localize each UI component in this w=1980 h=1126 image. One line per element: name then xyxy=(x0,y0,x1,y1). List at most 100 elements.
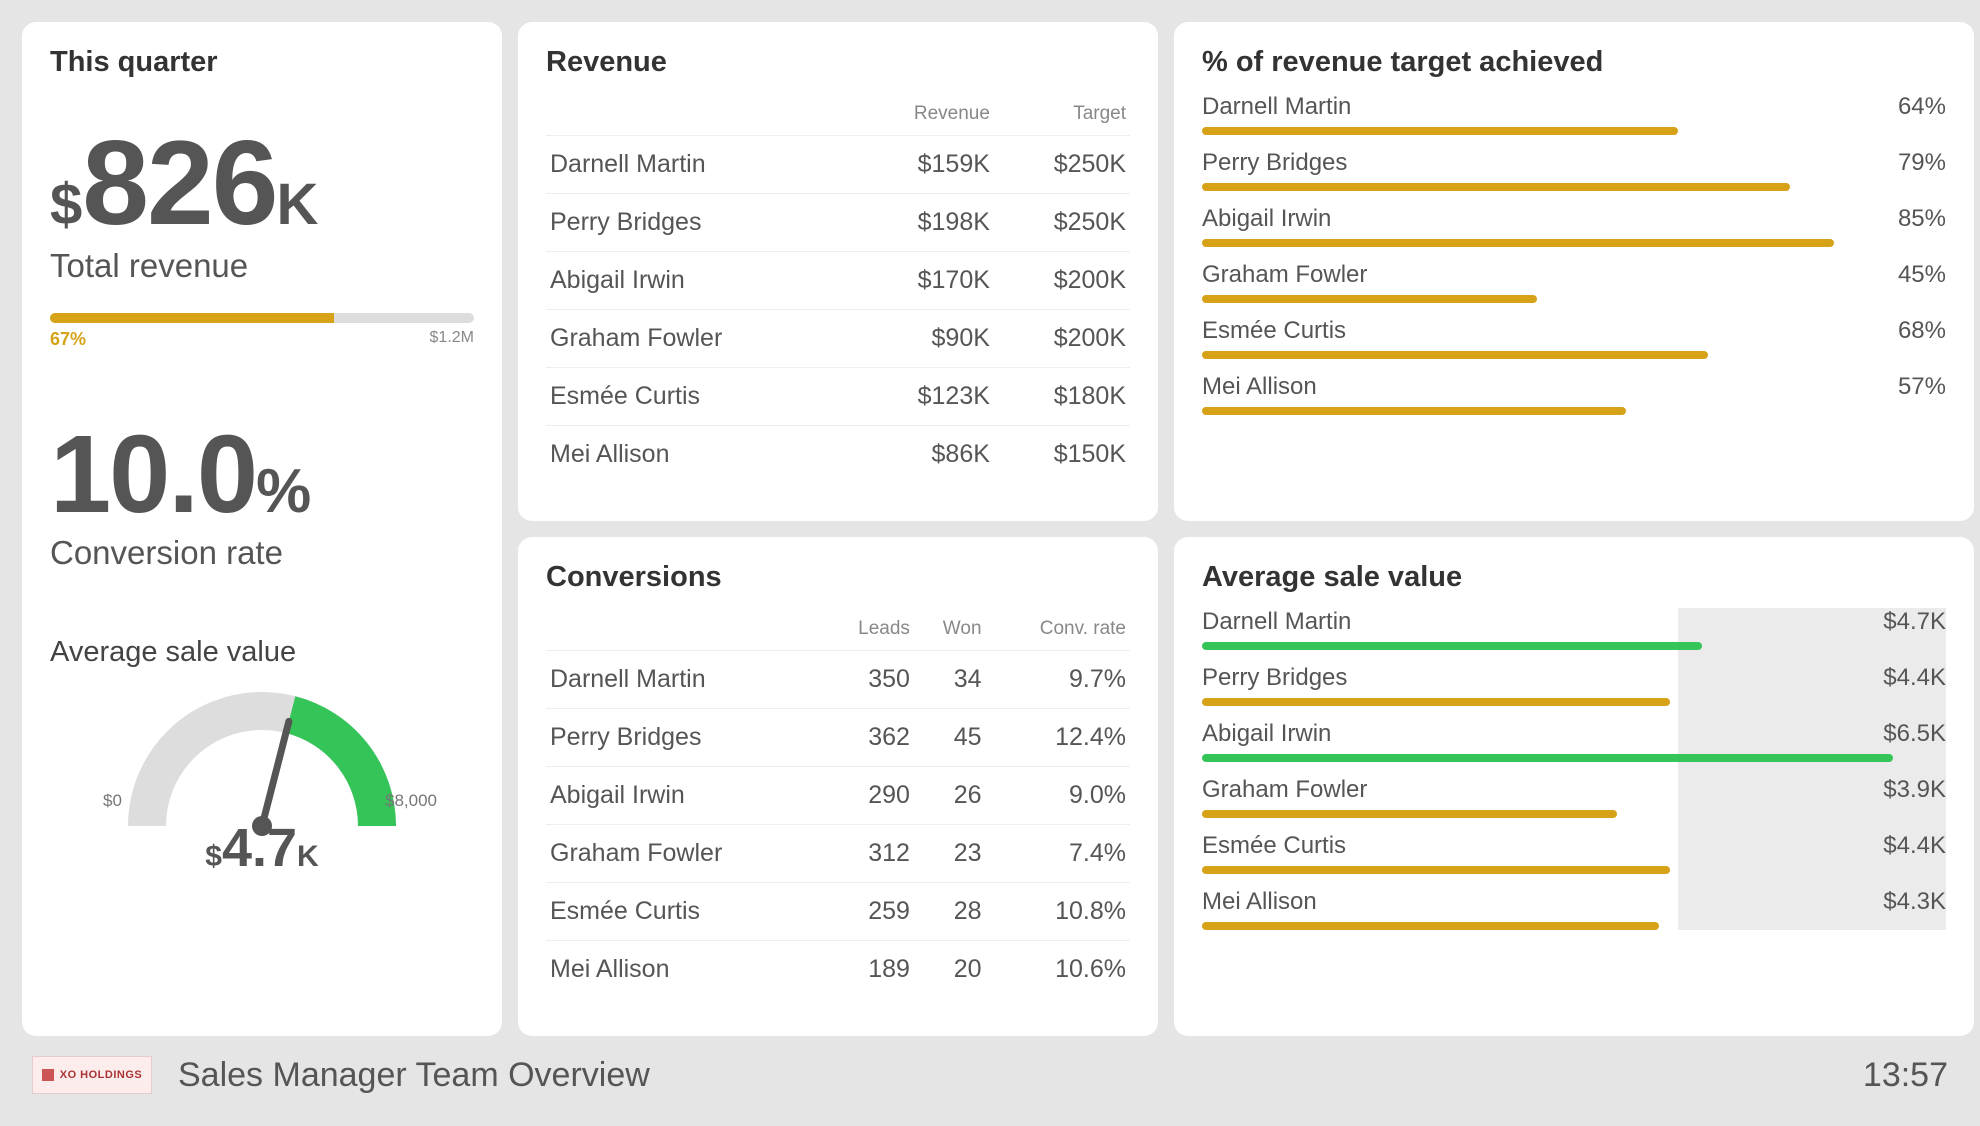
avg-bar-row: Abigail Irwin$6.5K xyxy=(1202,720,1946,762)
cell: 12.4% xyxy=(986,709,1130,767)
avg-bar-row: Perry Bridges $4.4K xyxy=(1202,664,1946,706)
bar-track xyxy=(1202,698,1946,706)
table-row: Graham Fowler$90K$200K xyxy=(546,310,1130,368)
bar-value: $4.4K xyxy=(1883,832,1946,860)
cell: Graham Fowler xyxy=(546,310,851,368)
conversion-rate-suffix: % xyxy=(256,456,311,527)
cell: 34 xyxy=(914,651,986,709)
bar-name: Perry Bridges xyxy=(1202,664,1347,692)
bar-track xyxy=(1202,183,1946,191)
col-header: Revenue xyxy=(851,93,993,136)
avg-bar-row: Mei Allison $4.3K xyxy=(1202,888,1946,930)
avg-sale-gauge: $0 $8,000 $ 4.7 K xyxy=(117,681,407,841)
bar-name: Abigail Irwin xyxy=(1202,720,1331,748)
bar-fill xyxy=(1202,754,1893,762)
bar-track xyxy=(1202,810,1946,818)
conversion-rate-label: Conversion rate xyxy=(50,534,474,572)
cell: Esmée Curtis xyxy=(546,883,822,941)
target-bar-row: Mei Allison57% xyxy=(1202,373,1946,415)
bar-value: $4.7K xyxy=(1883,608,1946,636)
conversion-rate-number: 10.0 xyxy=(50,420,256,530)
bar-name: Darnell Martin xyxy=(1202,608,1351,636)
gauge-min: $0 xyxy=(103,791,122,811)
bar-track xyxy=(1202,866,1946,874)
cell: $200K xyxy=(994,310,1130,368)
cell: Abigail Irwin xyxy=(546,767,822,825)
table-row: Abigail Irwin$170K$200K xyxy=(546,252,1130,310)
footer: XO HOLDINGS Sales Manager Team Overview … xyxy=(22,1046,1958,1104)
target-title: % of revenue target achieved xyxy=(1202,46,1946,79)
revenue-progress-fill xyxy=(50,313,334,323)
col-header: Won xyxy=(914,608,986,651)
cell: 7.4% xyxy=(986,825,1130,883)
conversions-title: Conversions xyxy=(546,561,1130,594)
revenue-progress-pct: 67% xyxy=(50,329,86,350)
cell: 350 xyxy=(822,651,914,709)
conversion-rate-value: 10.0 % xyxy=(50,420,474,530)
avg-sale-card: Average sale value Darnell Martin$4.7KPe… xyxy=(1174,537,1974,1036)
bar-fill xyxy=(1202,922,1659,930)
target-bar-row: Perry Bridges79% xyxy=(1202,149,1946,191)
summary-heading: This quarter xyxy=(50,46,474,79)
total-revenue-label: Total revenue xyxy=(50,247,474,285)
bar-name: Mei Allison xyxy=(1202,888,1317,916)
cell: 23 xyxy=(914,825,986,883)
table-row: Esmée Curtis2592810.8% xyxy=(546,883,1130,941)
bar-value: $4.3K xyxy=(1883,888,1946,916)
bar-fill xyxy=(1202,698,1670,706)
bar-name: Abigail Irwin xyxy=(1202,205,1331,233)
cell: 362 xyxy=(822,709,914,767)
revenue-card: Revenue RevenueTarget Darnell Martin$159… xyxy=(518,22,1158,521)
cell: 290 xyxy=(822,767,914,825)
bar-name: Mei Allison xyxy=(1202,373,1317,401)
total-revenue-prefix: $ xyxy=(50,171,82,238)
cell: 312 xyxy=(822,825,914,883)
avg-bar-row: Esmée Curtis $4.4K xyxy=(1202,832,1946,874)
bar-value: $3.9K xyxy=(1883,776,1946,804)
revenue-progress: 67% $1.2M xyxy=(50,313,474,350)
cell: $250K xyxy=(994,194,1130,252)
target-bar-row: Abigail Irwin85% xyxy=(1202,205,1946,247)
bar-value: 45% xyxy=(1898,261,1946,289)
logo-text: XO HOLDINGS xyxy=(60,1069,143,1081)
revenue-table: RevenueTarget Darnell Martin$159K$250KPe… xyxy=(546,93,1130,483)
bar-fill xyxy=(1202,295,1537,303)
bar-value: $4.4K xyxy=(1883,664,1946,692)
bar-track xyxy=(1202,127,1946,135)
cell: Darnell Martin xyxy=(546,136,851,194)
cell: $198K xyxy=(851,194,993,252)
avg-bar-row: Darnell Martin $4.7K xyxy=(1202,608,1946,650)
bar-fill xyxy=(1202,351,1708,359)
bar-value: 68% xyxy=(1898,317,1946,345)
col-header xyxy=(546,93,851,136)
cell: Perry Bridges xyxy=(546,709,822,767)
revenue-title: Revenue xyxy=(546,46,1130,79)
cell: $86K xyxy=(851,426,993,484)
bar-value: 79% xyxy=(1898,149,1946,177)
bar-name: Darnell Martin xyxy=(1202,93,1351,121)
avg-sale-label: Average sale value xyxy=(50,636,474,669)
table-row: Perry Bridges3624512.4% xyxy=(546,709,1130,767)
bar-fill xyxy=(1202,127,1678,135)
cell: $90K xyxy=(851,310,993,368)
gauge-value: $ 4.7 K xyxy=(117,817,407,879)
cell: Perry Bridges xyxy=(546,194,851,252)
bar-fill xyxy=(1202,810,1617,818)
table-row: Perry Bridges$198K$250K xyxy=(546,194,1130,252)
cell: Abigail Irwin xyxy=(546,252,851,310)
company-logo: XO HOLDINGS xyxy=(32,1056,152,1094)
table-row: Darnell Martin350349.7% xyxy=(546,651,1130,709)
bar-name: Esmée Curtis xyxy=(1202,317,1346,345)
cell: 10.6% xyxy=(986,941,1130,999)
page-title: Sales Manager Team Overview xyxy=(178,1056,1863,1095)
cell: $123K xyxy=(851,368,993,426)
cell: 20 xyxy=(914,941,986,999)
table-row: Abigail Irwin290269.0% xyxy=(546,767,1130,825)
bar-name: Esmée Curtis xyxy=(1202,832,1346,860)
revenue-progress-max: $1.2M xyxy=(430,329,474,350)
table-row: Mei Allison$86K$150K xyxy=(546,426,1130,484)
target-bar-row: Darnell Martin64% xyxy=(1202,93,1946,135)
cell: Esmée Curtis xyxy=(546,368,851,426)
cell: Graham Fowler xyxy=(546,825,822,883)
bar-name: Graham Fowler xyxy=(1202,776,1367,804)
